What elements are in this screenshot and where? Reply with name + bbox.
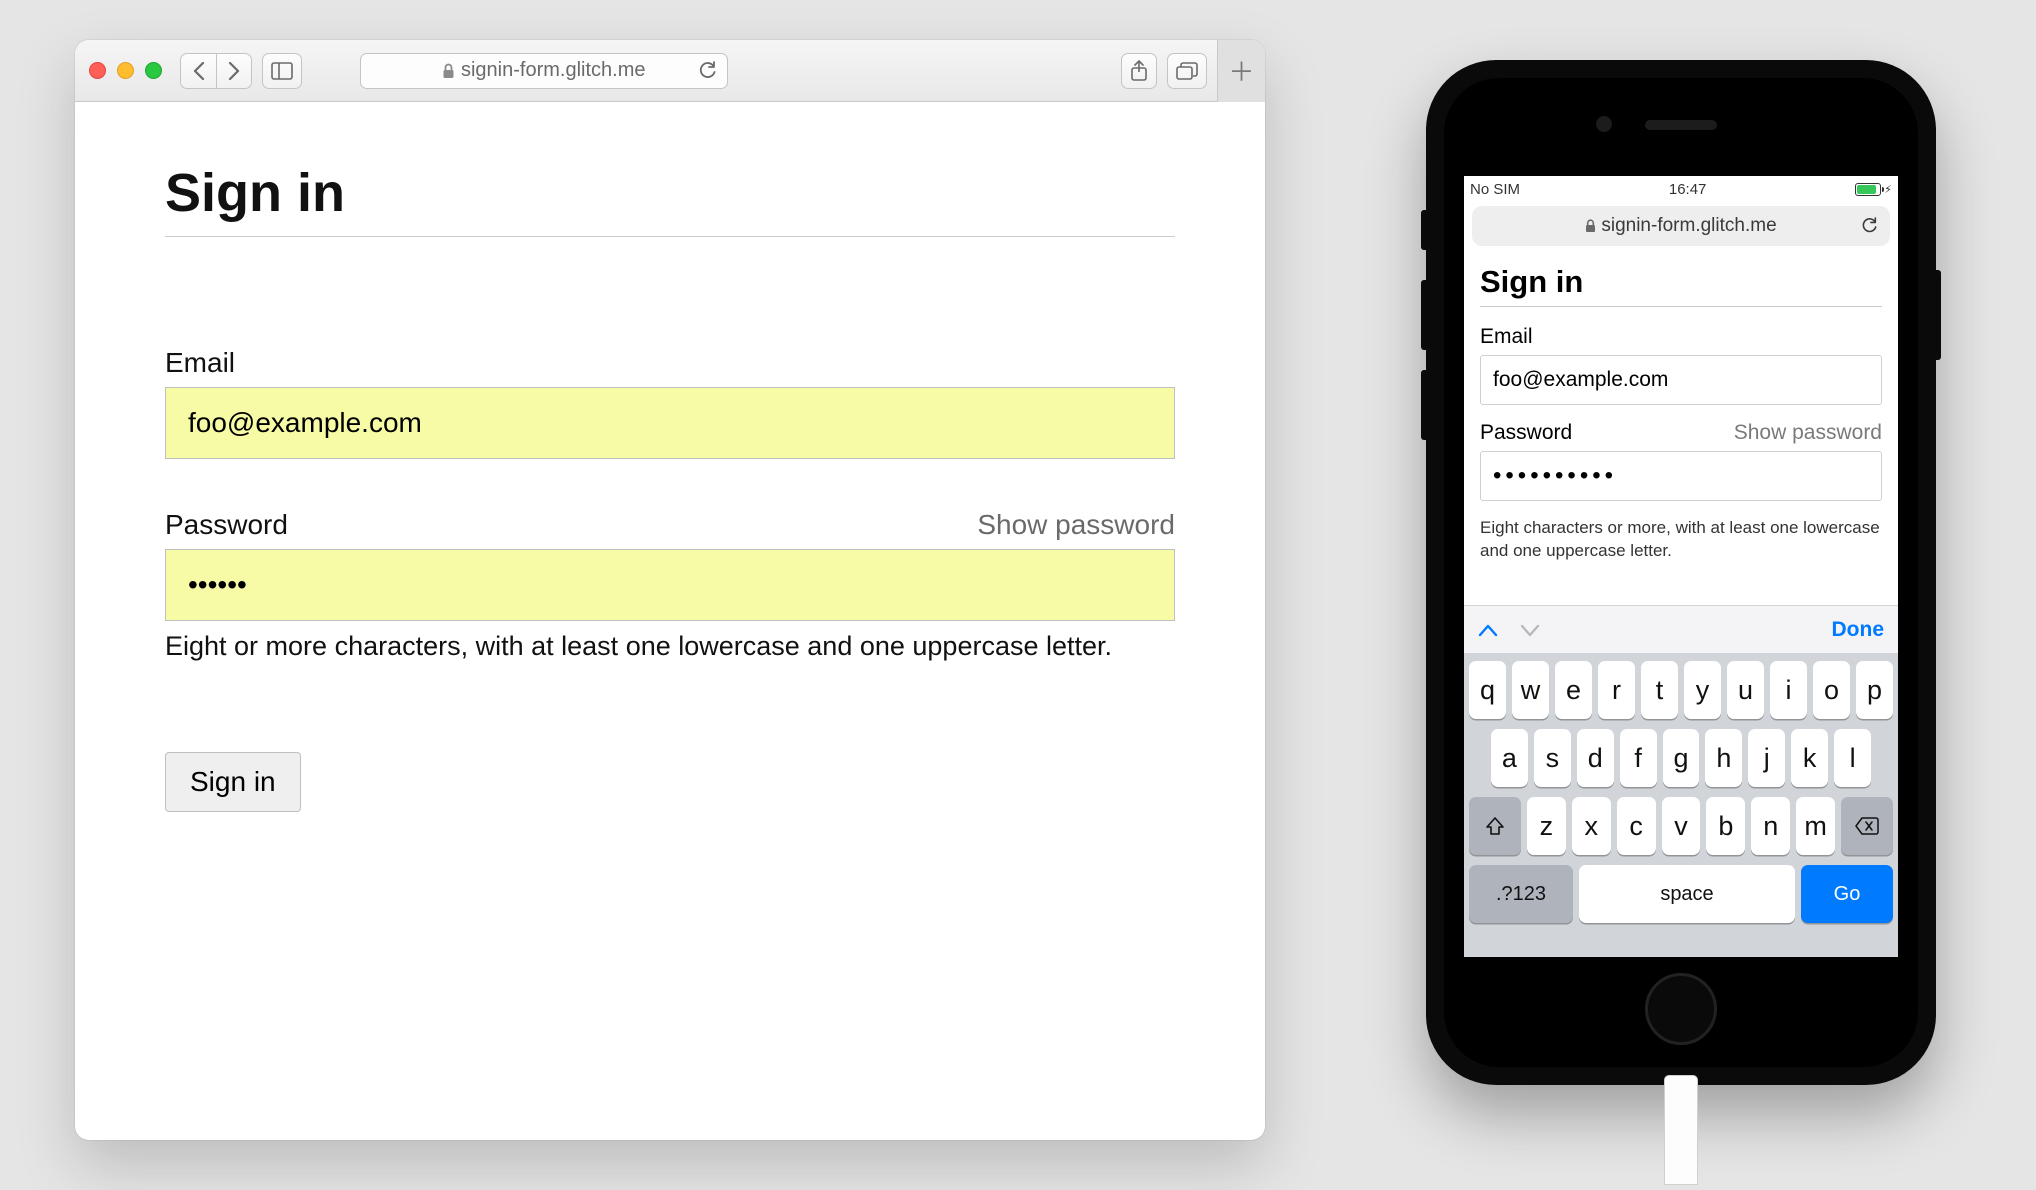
address-bar-host: signin-form.glitch.me [461, 59, 646, 82]
front-camera [1596, 116, 1612, 132]
key-x[interactable]: x [1572, 797, 1611, 855]
key-l[interactable]: l [1834, 729, 1871, 787]
backspace-key[interactable] [1841, 797, 1893, 855]
space-key[interactable]: space [1579, 865, 1795, 923]
keyboard-accessory-bar: Done [1464, 605, 1898, 653]
signin-button[interactable]: Sign in [165, 752, 301, 812]
iphone-device: No SIM 16:47 ⚡︎ signin-form.glitch.me Si… [1426, 60, 1936, 1085]
password-input[interactable] [165, 549, 1175, 621]
key-w[interactable]: w [1512, 661, 1549, 719]
mobile-page-title: Sign in [1480, 264, 1882, 300]
key-g[interactable]: g [1663, 729, 1700, 787]
shift-key[interactable] [1469, 797, 1521, 855]
key-p[interactable]: p [1856, 661, 1893, 719]
mobile-title-divider [1480, 306, 1882, 307]
minimize-window-button[interactable] [117, 62, 134, 79]
key-s[interactable]: s [1534, 729, 1571, 787]
keyboard-row-3-letters: zxcvbnm [1527, 797, 1835, 855]
key-a[interactable]: a [1491, 729, 1528, 787]
ios-keyboard: qwertyuiop asdfghjkl zxcvbnm .?123 space… [1464, 653, 1898, 957]
email-field-group: Email [165, 347, 1175, 459]
key-j[interactable]: j [1748, 729, 1785, 787]
key-q[interactable]: q [1469, 661, 1506, 719]
lightning-cable [1664, 1075, 1698, 1185]
zoom-window-button[interactable] [145, 62, 162, 79]
sidebar-button[interactable] [262, 53, 302, 89]
lock-icon [1585, 219, 1596, 233]
share-button[interactable] [1121, 53, 1157, 89]
mobile-email-label: Email [1480, 325, 1533, 349]
key-e[interactable]: e [1555, 661, 1592, 719]
lock-icon [442, 63, 455, 79]
password-label: Password [165, 509, 288, 541]
password-hint: Eight or more characters, with at least … [165, 631, 1175, 662]
safari-toolbar: signin-form.glitch.me ＋ [75, 40, 1265, 102]
ios-address-host: signin-form.glitch.me [1601, 215, 1776, 237]
new-tab-button[interactable]: ＋ [1217, 40, 1265, 102]
signin-page: Sign in Email Password Show password Eig… [75, 102, 1265, 872]
prev-field-button[interactable] [1478, 623, 1498, 637]
carrier-label: No SIM [1470, 181, 1520, 198]
iphone-screen: No SIM 16:47 ⚡︎ signin-form.glitch.me Si… [1464, 176, 1898, 957]
clock: 16:47 [1669, 181, 1707, 198]
key-b[interactable]: b [1706, 797, 1745, 855]
mobile-password-label: Password [1480, 421, 1572, 445]
key-f[interactable]: f [1620, 729, 1657, 787]
mobile-signin-page: Sign in Email Password Show password Eig… [1464, 250, 1898, 577]
nav-buttons [180, 53, 252, 89]
reload-button[interactable] [698, 61, 717, 81]
email-label: Email [165, 347, 235, 379]
key-d[interactable]: d [1577, 729, 1614, 787]
iphone-bezel: No SIM 16:47 ⚡︎ signin-form.glitch.me Si… [1444, 78, 1918, 1067]
mobile-show-password-toggle[interactable]: Show password [1734, 421, 1882, 445]
key-r[interactable]: r [1598, 661, 1635, 719]
safari-window: signin-form.glitch.me ＋ Sign in Email Pa… [75, 40, 1265, 1140]
close-window-button[interactable] [89, 62, 106, 79]
keyboard-done-button[interactable]: Done [1832, 618, 1885, 642]
mobile-email-input[interactable] [1480, 355, 1882, 405]
ios-address-bar[interactable]: signin-form.glitch.me [1472, 206, 1890, 246]
next-field-button[interactable] [1520, 623, 1540, 637]
key-u[interactable]: u [1727, 661, 1764, 719]
tabs-button[interactable] [1167, 53, 1207, 89]
key-o[interactable]: o [1813, 661, 1850, 719]
keyboard-row-1: qwertyuiop [1469, 661, 1893, 719]
keyboard-row-4: .?123 space Go [1469, 865, 1893, 923]
email-input[interactable] [165, 387, 1175, 459]
go-key[interactable]: Go [1801, 865, 1893, 923]
keyboard-row-2: asdfghjkl [1469, 729, 1893, 787]
address-bar[interactable]: signin-form.glitch.me [360, 53, 728, 89]
key-i[interactable]: i [1770, 661, 1807, 719]
password-field-group: Password Show password Eight or more cha… [165, 509, 1175, 662]
key-t[interactable]: t [1641, 661, 1678, 719]
title-divider [165, 236, 1175, 237]
key-m[interactable]: m [1796, 797, 1835, 855]
mobile-password-input[interactable] [1480, 451, 1882, 501]
window-controls [89, 62, 162, 79]
key-v[interactable]: v [1662, 797, 1701, 855]
key-y[interactable]: y [1684, 661, 1721, 719]
page-title: Sign in [165, 162, 1175, 224]
key-z[interactable]: z [1527, 797, 1566, 855]
status-bar: No SIM 16:47 ⚡︎ [1464, 176, 1898, 202]
keyboard-row-3: zxcvbnm [1469, 797, 1893, 855]
home-button[interactable] [1645, 973, 1717, 1045]
battery-indicator: ⚡︎ [1855, 183, 1892, 196]
forward-button[interactable] [216, 53, 252, 89]
numbers-key[interactable]: .?123 [1469, 865, 1573, 923]
key-k[interactable]: k [1791, 729, 1828, 787]
ios-reload-button[interactable] [1861, 217, 1878, 235]
show-password-toggle[interactable]: Show password [977, 509, 1175, 541]
mobile-password-hint: Eight characters or more, with at least … [1480, 517, 1882, 563]
charging-icon: ⚡︎ [1884, 183, 1892, 196]
earpiece-speaker [1645, 120, 1717, 130]
battery-icon [1855, 183, 1881, 196]
key-c[interactable]: c [1617, 797, 1656, 855]
key-h[interactable]: h [1705, 729, 1742, 787]
back-button[interactable] [180, 53, 216, 89]
key-n[interactable]: n [1751, 797, 1790, 855]
